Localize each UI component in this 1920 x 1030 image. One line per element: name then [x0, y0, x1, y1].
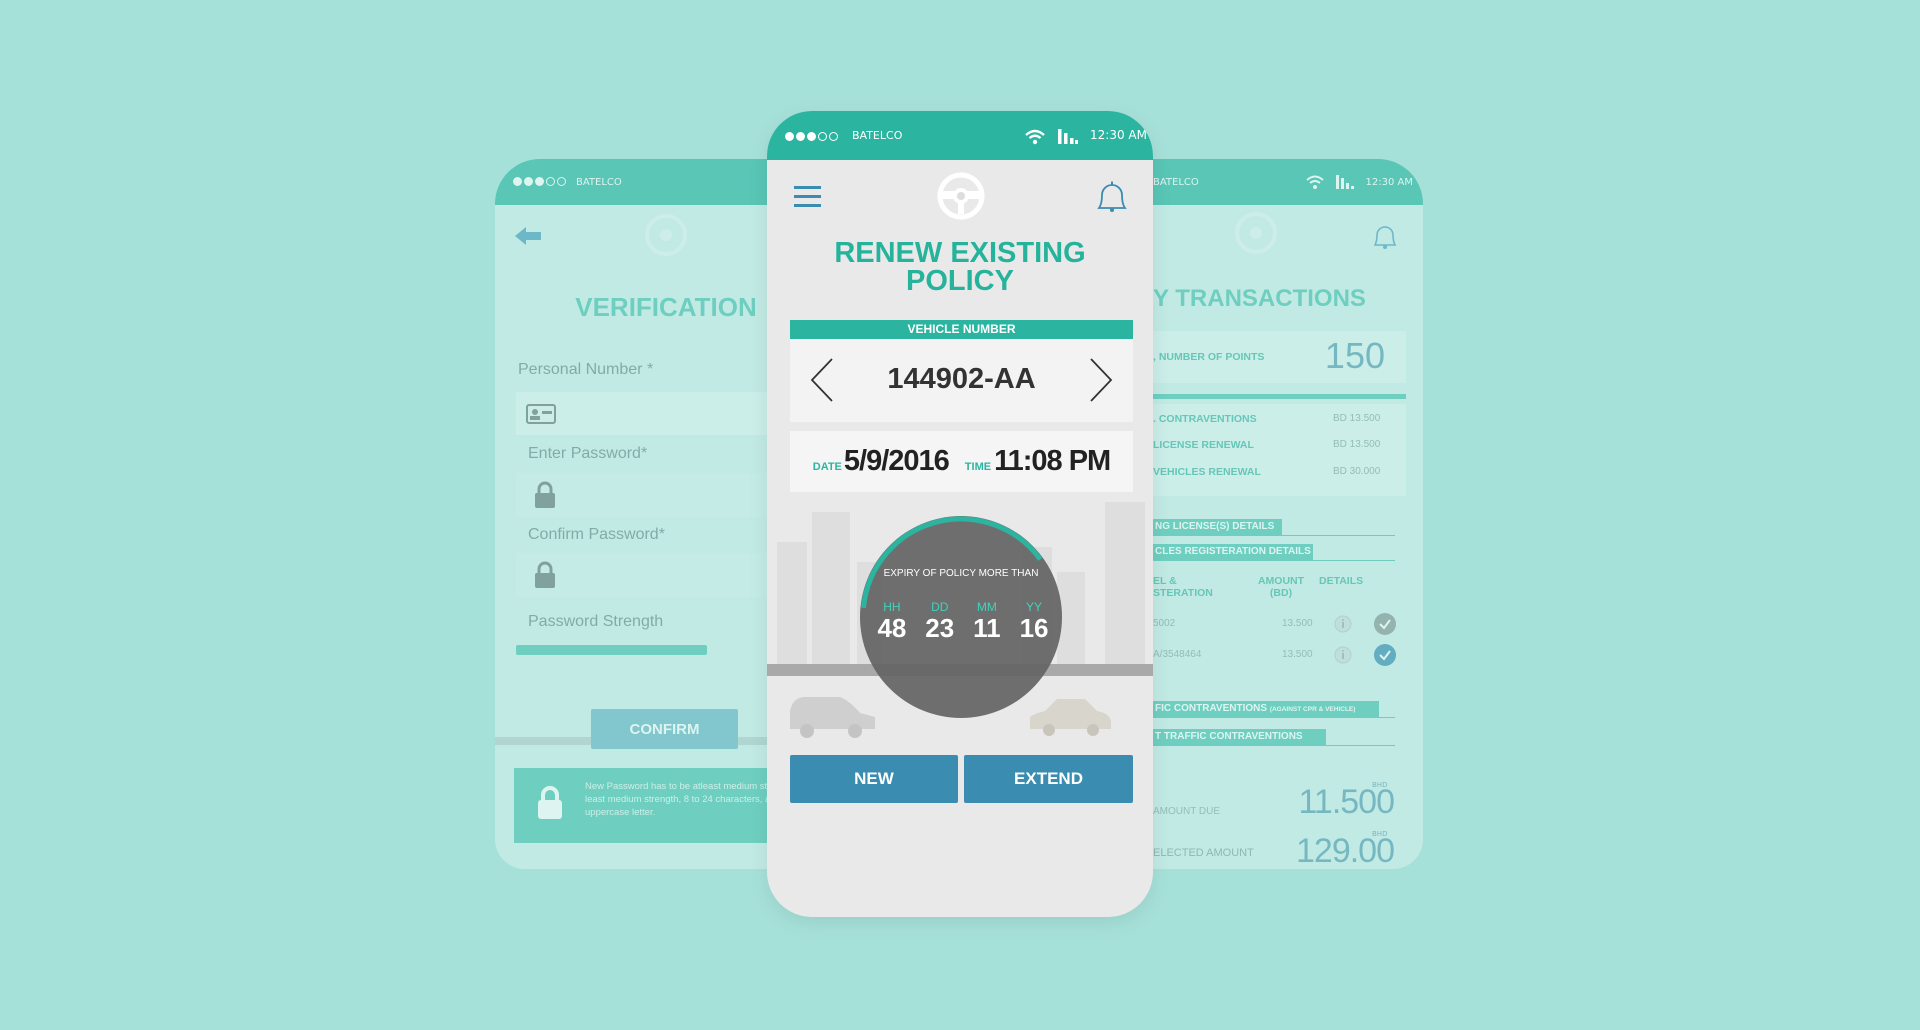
col-header-details: DETAILS — [1319, 575, 1364, 587]
summary-amount: BD 13.500 — [1333, 413, 1381, 424]
expiry-unit: YY — [1026, 600, 1043, 614]
page-title: RENEW EXISTING POLICY — [767, 237, 1153, 297]
expiry-value: 48 — [877, 613, 907, 643]
confirm-password-label: Confirm Password* — [528, 526, 665, 543]
lock-icon — [538, 786, 562, 819]
time-value: 11:08 PM — [994, 445, 1111, 477]
title-line-1: RENEW EXISTING — [834, 237, 1086, 269]
transactions-phone: BATELCO 12:30 AM Y TRANSACTIONS , NUMBER… — [1120, 159, 1423, 869]
password-strength-label: Password Strength — [528, 613, 664, 630]
info-icon[interactable] — [1333, 645, 1353, 665]
col-header-amount-label: AMOUNT — [1257, 575, 1305, 587]
password-strength-fill — [516, 645, 708, 655]
summary-label: LICENSE RENEWAL — [1153, 439, 1254, 451]
status-bar: BATELCO 12:30 AM — [767, 111, 1153, 160]
section-traffic-contraventions[interactable]: FIC CONTRAVENTIONS (AGAINST CPR & VEHICL… — [1153, 701, 1379, 717]
chevron-right-icon[interactable] — [1087, 357, 1115, 403]
registration-amount: 13.500 — [1282, 649, 1313, 660]
carrier: BATELCO — [1153, 176, 1199, 188]
registration-id: A/3548464 — [1153, 649, 1202, 660]
steering-wheel-logo-icon — [937, 172, 985, 220]
confirm-button[interactable]: CONFIRM — [591, 709, 738, 749]
page-title: Y TRANSACTIONS — [1153, 285, 1366, 312]
date-value: 5/9/2016 — [843, 445, 950, 477]
renew-policy-phone: BATELCO 12:30 AM RENEW EXISTING POLICY V… — [767, 111, 1153, 917]
points-label: , NUMBER OF POINTS — [1153, 351, 1265, 363]
status-time: 12:30 AM — [1090, 128, 1147, 142]
points-value: 150 — [1324, 335, 1385, 376]
col-header-amount-unit: (BD) — [1269, 587, 1293, 599]
col-header-line1: EL & — [1153, 575, 1177, 587]
signal-dots-icon — [785, 131, 840, 144]
status-bar: BATELCO 12:30 AM — [1120, 159, 1423, 205]
vehicle-number-header: VEHICLE NUMBER — [790, 320, 1133, 339]
carrier: BATELCO — [576, 176, 622, 188]
carrier: BATELCO — [852, 129, 903, 142]
expiry-value: 11 — [973, 613, 1001, 643]
col-header-amount: AMOUNT (BD) — [1251, 575, 1311, 599]
expiry-dial: EXPIRY OF POLICY MORE THAN HH 48 DD 23 MM 11 Y… — [860, 516, 1062, 718]
selected-amount-value: 129.00 — [1296, 832, 1395, 869]
col-header-line2: STERATION — [1153, 587, 1213, 599]
status-time: 12:30 AM — [1365, 176, 1413, 188]
lock-icon — [535, 481, 555, 508]
signal-bars-icon — [1058, 129, 1078, 144]
logo-icon — [645, 214, 687, 256]
vehicle-number-value: 144902-AA — [887, 363, 1036, 395]
summary-amount: BD 30.000 — [1333, 466, 1381, 477]
time-label: TIME — [964, 461, 992, 473]
amount-due-value: 11.500 — [1298, 783, 1395, 821]
title-line-2: POLICY — [906, 265, 1014, 297]
selected-amount-label: ELECTED AMOUNT — [1153, 847, 1254, 859]
back-arrow-icon[interactable] — [513, 225, 543, 247]
points-box: , NUMBER OF POINTS 150 — [1120, 331, 1406, 383]
expiry-value: 16 — [1019, 613, 1049, 643]
vehicle-number-selector: 144902-AA — [790, 339, 1133, 422]
expiry-mm: MM 11 — [973, 600, 1001, 642]
unchecked-icon[interactable] — [1373, 612, 1397, 636]
section3-label: FIC CONTRAVENTIONS — [1155, 703, 1268, 714]
divider — [1120, 394, 1406, 399]
registration-id: 5002 — [1153, 618, 1176, 629]
extend-button[interactable]: EXTEND — [964, 755, 1133, 803]
info-icon[interactable] — [1333, 614, 1353, 634]
bell-icon[interactable] — [1371, 221, 1399, 251]
expiry-value: 23 — [925, 613, 955, 643]
summary-label: . CONTRAVENTIONS — [1153, 413, 1257, 425]
page-title: VERIFICATION — [575, 292, 757, 322]
section-vehicle-registration[interactable]: CLES REGISTERATION DETAILS — [1153, 544, 1313, 560]
expiry-unit: MM — [976, 600, 997, 614]
expiry-title: EXPIRY OF POLICY MORE THAN — [883, 568, 1039, 579]
col-header-registration: EL & STERATION — [1153, 575, 1213, 599]
enter-password-label: Enter Password* — [528, 445, 648, 462]
checked-icon[interactable] — [1373, 643, 1397, 667]
personal-number-label: Personal Number * — [518, 361, 654, 378]
lock-icon — [535, 561, 555, 588]
signal-bars-icon — [1336, 175, 1354, 189]
bell-icon[interactable] — [1095, 179, 1129, 215]
wifi-icon — [1306, 175, 1324, 189]
expiry-unit: HH — [883, 600, 901, 614]
registration-amount: 13.500 — [1282, 618, 1313, 629]
menu-icon[interactable] — [794, 186, 822, 208]
expiry-unit: DD — [931, 600, 949, 614]
signal-dots-icon — [513, 176, 568, 189]
expiry-hh: HH 48 — [877, 600, 906, 642]
section-unpaid-contraventions[interactable]: T TRAFFIC CONTRAVENTIONS — [1153, 729, 1326, 745]
summary-label: VEHICLES RENEWAL — [1153, 466, 1261, 478]
wifi-icon — [1025, 129, 1045, 145]
amount-due-label: AMOUNT DUE — [1153, 806, 1221, 817]
summary-amount: BD 13.500 — [1333, 439, 1381, 450]
section3-note: (AGAINST CPR & VEHICLE) — [1269, 706, 1356, 713]
expiry-dd: DD 23 — [925, 600, 954, 642]
date-time-box[interactable]: DATE 5/9/2016 TIME 11:08 PM — [790, 431, 1133, 492]
section-license-details[interactable]: NG LICENSE(S) DETAILS — [1153, 519, 1282, 535]
expiry-yy: YY 16 — [1020, 600, 1049, 642]
date-label: DATE — [812, 461, 842, 473]
logo-icon — [1235, 212, 1277, 254]
id-card-icon — [526, 404, 556, 424]
new-button[interactable]: NEW — [790, 755, 958, 803]
